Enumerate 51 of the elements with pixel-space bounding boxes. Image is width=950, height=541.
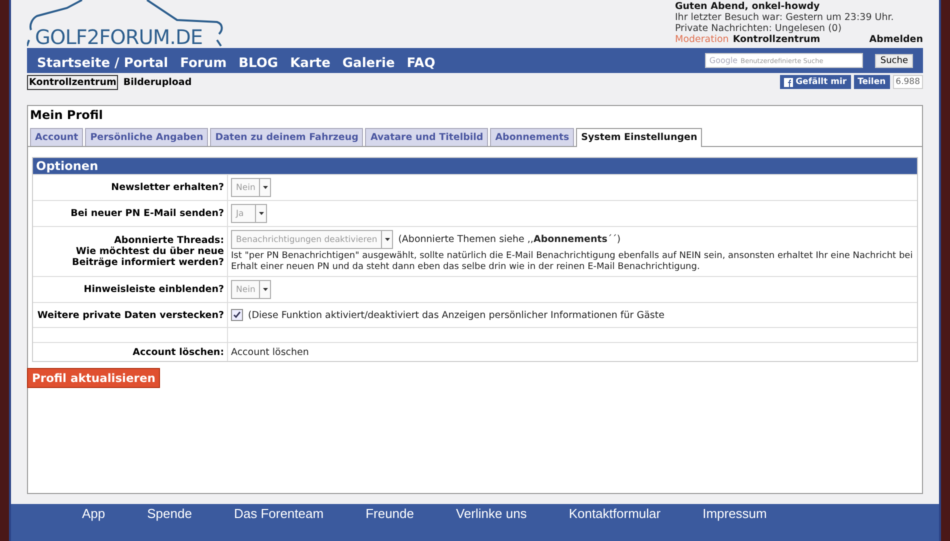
site-logo[interactable]: GOLF2FORUM.DE	[35, 25, 203, 49]
description-text: Ist "per PN Benachrichtigen" ausgewählt, sollte natürlich die E-Mail Benachrichtigung ebenfalls auf NEIN sein, ansonsten erhaltet Ihr eine Nachricht bei Erhalt einer neuen PN und da steht dann eben das selbe drin wie in der reinen E-Mail Benachrichtigung.	[231, 251, 914, 273]
checkbox[interactable]	[231, 309, 243, 321]
footer-link[interactable]: App	[61, 506, 126, 521]
panel-title: Mein Profil	[29, 107, 104, 124]
field-label: Weitere private Daten verstecken?	[37, 310, 224, 320]
field-label: Hinweisleiste einblenden?	[84, 284, 224, 295]
tab[interactable]: Persönliche Angaben	[85, 128, 208, 146]
search-button[interactable]: Suche	[875, 54, 913, 68]
delete-account-link[interactable]: Account löschen	[231, 346, 914, 358]
field-label: Account löschen:	[132, 346, 224, 358]
footer-link[interactable]: Verlinke uns	[434, 506, 548, 521]
nav-link[interactable]: Karte	[290, 50, 330, 71]
tab[interactable]: Account	[30, 128, 84, 146]
tab[interactable]: Daten zu deinem Fahrzeug	[210, 128, 364, 146]
facebook-icon	[784, 78, 793, 86]
nav-link[interactable]: Galerie	[342, 50, 395, 71]
update-profile-button[interactable]: Profil aktualisieren	[27, 368, 160, 388]
subnav-link[interactable]: Bilderupload	[121, 75, 194, 90]
nav-link[interactable]: Startseite / Portal	[37, 50, 168, 71]
field-label: Newsletter erhalten?	[111, 182, 224, 193]
nav-link[interactable]: FAQ	[406, 50, 436, 71]
field-hint: Wie möchtest du über neue Beiträge informiert werden?	[70, 246, 224, 268]
caret-icon	[258, 212, 264, 215]
like-count: 6.988	[892, 75, 923, 89]
footer-link[interactable]: Spende	[126, 506, 213, 521]
field-label: Bei neuer PN E-Mail senden?	[70, 208, 224, 219]
like-button[interactable]: Gefällt mir	[780, 75, 851, 89]
note-text: (Diese Funktion aktiviert/deaktiviert das Anzeigen persönlicher Informationen für Gäste	[248, 310, 664, 320]
nav-link[interactable]: BLOG	[238, 50, 278, 71]
greeting: Guten Abend, onkel-howdy	[675, 1, 821, 12]
messages-link[interactable]: Private Nachrichten: Ungelesen (0)	[675, 23, 923, 34]
caret-icon	[384, 238, 390, 241]
tab[interactable]: Avatare und Titelbild	[365, 128, 488, 146]
last-visit-text: Ihr letzter Besuch war: Gestern um 23:39 Uhr.	[675, 12, 895, 23]
logout-link[interactable]: Abmelden	[869, 34, 923, 45]
footer-link[interactable]: Kontaktformular	[548, 506, 682, 521]
tab[interactable]: System Einstellungen	[576, 128, 702, 147]
footer-link[interactable]: Freunde	[344, 506, 435, 521]
caret-icon	[262, 186, 268, 189]
caret-icon	[262, 288, 268, 291]
note-text: (Abonnierte Themen siehe ,,Abonnements´´)	[398, 234, 621, 245]
share-button[interactable]: Teilen	[854, 75, 890, 89]
field-label: Abonnierte Threads:	[114, 235, 224, 246]
control-center-link[interactable]: Kontrollzentrum	[732, 34, 820, 45]
subnav-link[interactable]: Kontrollzentrum	[27, 75, 118, 90]
nav-link[interactable]: Forum	[180, 50, 227, 71]
footer-link[interactable]: Impressum	[682, 506, 788, 521]
section-header: Optionen	[33, 158, 917, 174]
footer-link[interactable]: Das Forenteam	[212, 506, 345, 521]
tab[interactable]: Abonnements	[490, 128, 574, 146]
